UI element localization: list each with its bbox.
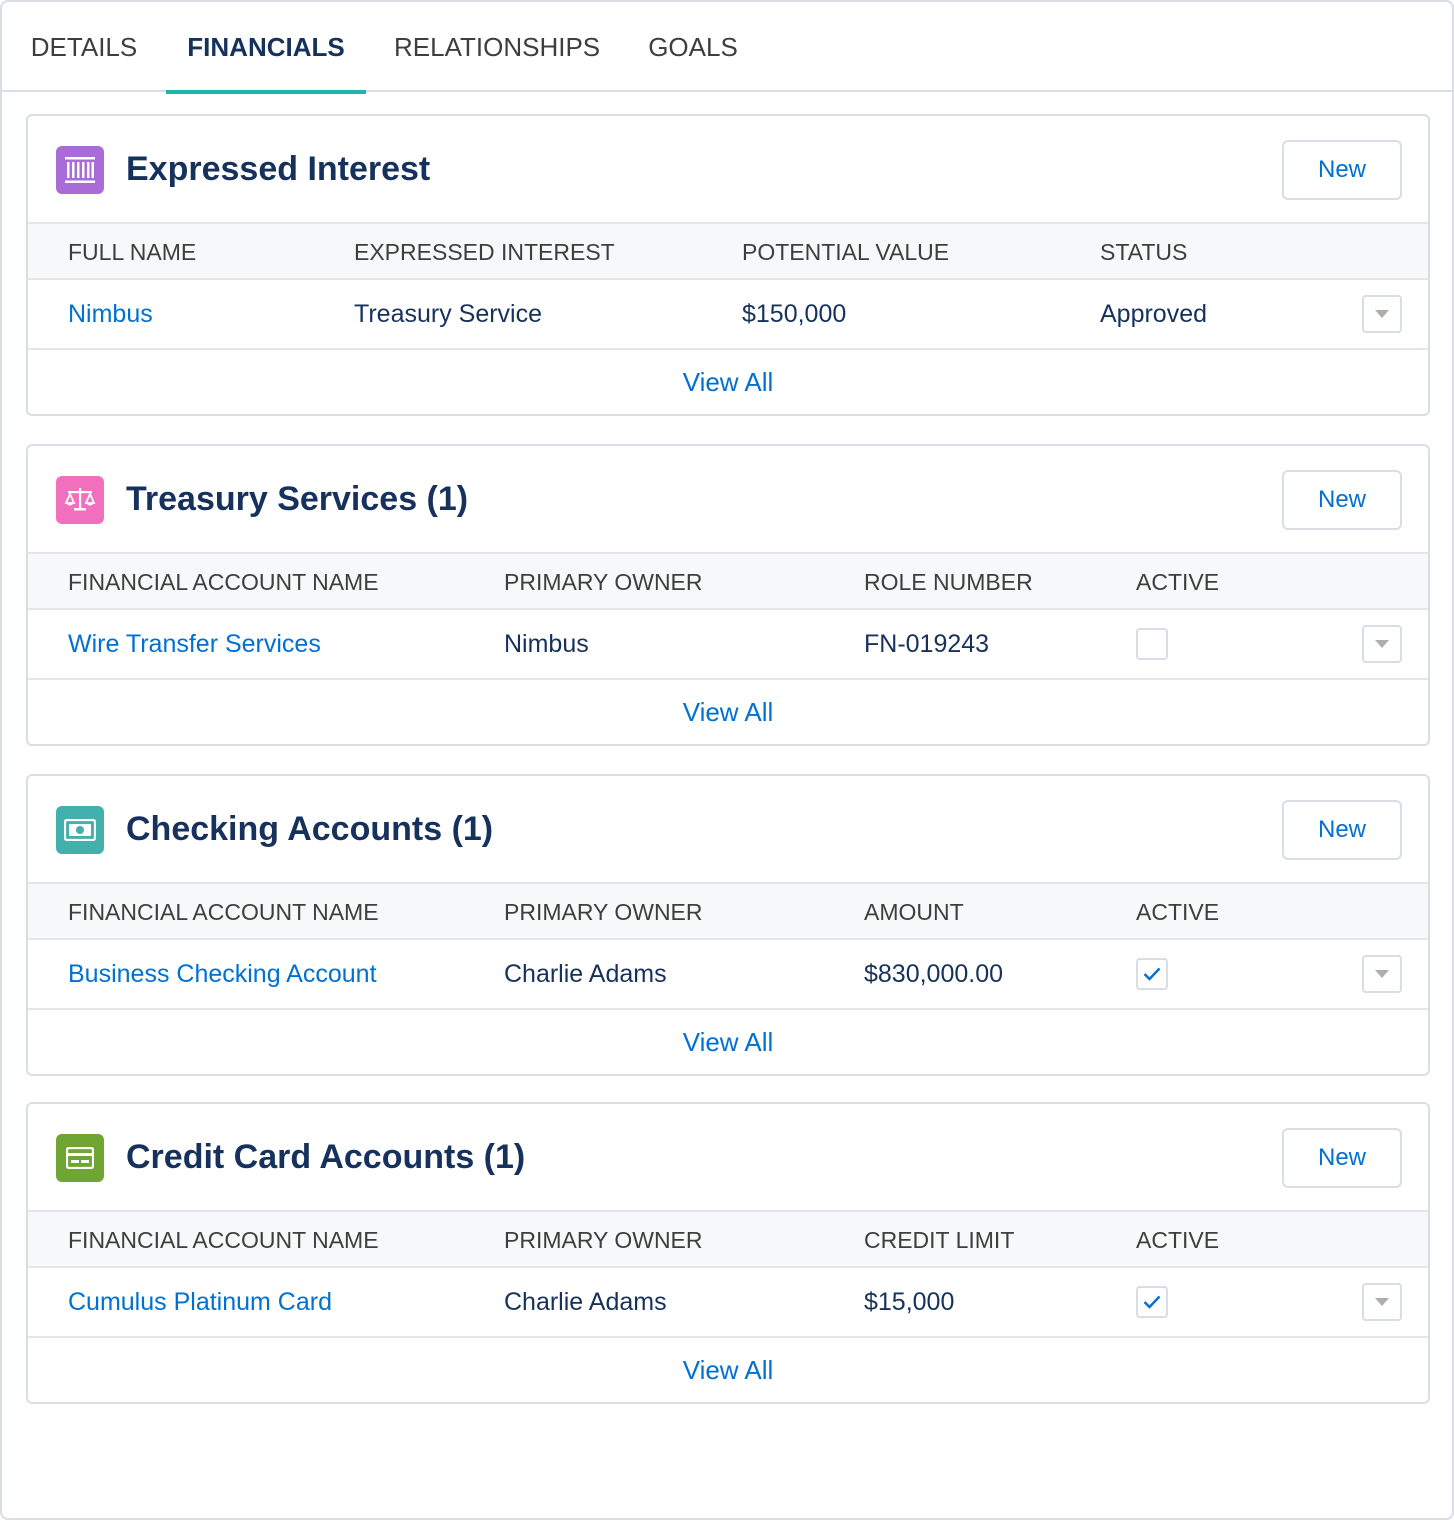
credit-limit-value: $15,000 <box>864 1288 955 1316</box>
view-all-link[interactable]: View All <box>683 367 774 397</box>
column-header[interactable]: FINANCIAL ACCOUNT NAME <box>68 1212 379 1268</box>
new-button[interactable]: New <box>1282 140 1402 200</box>
card-header: Credit Card Accounts (1) New <box>28 1104 1428 1210</box>
account-name-link[interactable]: Cumulus Platinum Card <box>68 1268 332 1336</box>
column-header[interactable]: PRIMARY OWNER <box>504 884 703 940</box>
card-header: Checking Accounts (1) New <box>28 776 1428 882</box>
checkmark-icon <box>1143 1295 1161 1309</box>
list-barcode-icon <box>56 146 104 194</box>
column-header[interactable]: AMOUNT <box>864 884 964 940</box>
checkmark-icon <box>1143 967 1161 981</box>
row-actions-button[interactable] <box>1362 625 1402 663</box>
card-title[interactable]: Expressed Interest <box>126 116 430 222</box>
potential-value: $150,000 <box>742 300 847 328</box>
view-all-link[interactable]: View All <box>683 1027 774 1057</box>
column-header[interactable]: ACTIVE <box>1136 884 1219 940</box>
account-name-link[interactable]: Business Checking Account <box>68 940 377 1008</box>
card-title[interactable]: Treasury Services (1) <box>126 446 468 552</box>
cash-icon <box>56 806 104 854</box>
view-all-footer: View All <box>28 350 1428 414</box>
record-panel: DETAILS FINANCIALS RELATIONSHIPS GOALS E… <box>0 0 1454 1520</box>
view-all-link[interactable]: View All <box>683 1355 774 1385</box>
expressed-interest-card: Expressed Interest New FULL NAME EXPRESS… <box>26 114 1430 416</box>
role-number-value: FN-019243 <box>864 630 990 658</box>
chevron-down-icon <box>1375 310 1389 318</box>
row-actions-button[interactable] <box>1362 295 1402 333</box>
new-button[interactable]: New <box>1282 800 1402 860</box>
column-header[interactable]: FINANCIAL ACCOUNT NAME <box>68 884 379 940</box>
primary-owner-value: Charlie Adams <box>504 1288 667 1316</box>
tab-details[interactable]: DETAILS <box>30 2 138 92</box>
column-header[interactable]: POTENTIAL VALUE <box>742 224 949 280</box>
new-button[interactable]: New <box>1282 1128 1402 1188</box>
primary-owner-value: Charlie Adams <box>504 960 667 988</box>
column-header[interactable]: FINANCIAL ACCOUNT NAME <box>68 554 379 610</box>
chevron-down-icon <box>1375 640 1389 648</box>
view-all-link[interactable]: View All <box>683 697 774 727</box>
column-header[interactable]: EXPRESSED INTEREST <box>354 224 615 280</box>
full-name-link[interactable]: Nimbus <box>68 280 153 348</box>
row-actions-button[interactable] <box>1362 1283 1402 1321</box>
view-all-footer: View All <box>28 1010 1428 1074</box>
active-checkbox <box>1136 1286 1168 1318</box>
column-header[interactable]: FULL NAME <box>68 224 196 280</box>
table-row: Wire Transfer Services Nimbus FN-019243 <box>28 610 1428 680</box>
amount-value: $830,000.00 <box>864 960 1004 988</box>
view-all-footer: View All <box>28 680 1428 744</box>
tab-bar: DETAILS FINANCIALS RELATIONSHIPS GOALS <box>2 2 1452 94</box>
row-actions-button[interactable] <box>1362 955 1402 993</box>
card-title[interactable]: Credit Card Accounts (1) <box>126 1104 525 1210</box>
credit-card-icon <box>56 1134 104 1182</box>
scales-icon <box>56 476 104 524</box>
tab-relationships[interactable]: RELATIONSHIPS <box>394 2 600 92</box>
table-row: Nimbus Treasury Service $150,000 Approve… <box>28 280 1428 350</box>
tab-financials[interactable]: FINANCIALS <box>166 2 366 94</box>
account-name-link[interactable]: Wire Transfer Services <box>68 610 321 678</box>
credit-card-accounts-card: Credit Card Accounts (1) New FINANCIAL A… <box>26 1102 1430 1404</box>
expressed-interest-value: Treasury Service <box>354 300 543 328</box>
primary-owner-value: Nimbus <box>504 630 589 658</box>
status-value: Approved <box>1100 300 1208 328</box>
table-header: FINANCIAL ACCOUNT NAME PRIMARY OWNER AMO… <box>28 882 1428 940</box>
column-header[interactable]: CREDIT LIMIT <box>864 1212 1014 1268</box>
tab-goals[interactable]: GOALS <box>648 2 738 92</box>
card-title[interactable]: Checking Accounts (1) <box>126 776 493 882</box>
card-header: Treasury Services (1) New <box>28 446 1428 552</box>
table-row: Business Checking Account Charlie Adams … <box>28 940 1428 1010</box>
view-all-footer: View All <box>28 1338 1428 1402</box>
column-header[interactable]: ROLE NUMBER <box>864 554 1033 610</box>
column-header[interactable]: ACTIVE <box>1136 554 1219 610</box>
new-button[interactable]: New <box>1282 470 1402 530</box>
chevron-down-icon <box>1375 970 1389 978</box>
column-header[interactable]: PRIMARY OWNER <box>504 554 703 610</box>
treasury-services-card: Treasury Services (1) New FINANCIAL ACCO… <box>26 444 1430 746</box>
column-header[interactable]: ACTIVE <box>1136 1212 1219 1268</box>
card-header: Expressed Interest New <box>28 116 1428 222</box>
chevron-down-icon <box>1375 1298 1389 1306</box>
column-header[interactable]: STATUS <box>1100 224 1187 280</box>
table-header: FULL NAME EXPRESSED INTEREST POTENTIAL V… <box>28 222 1428 280</box>
checking-accounts-card: Checking Accounts (1) New FINANCIAL ACCO… <box>26 774 1430 1076</box>
table-header: FINANCIAL ACCOUNT NAME PRIMARY OWNER CRE… <box>28 1210 1428 1268</box>
column-header[interactable]: PRIMARY OWNER <box>504 1212 703 1268</box>
active-checkbox <box>1136 958 1168 990</box>
table-row: Cumulus Platinum Card Charlie Adams $15,… <box>28 1268 1428 1338</box>
active-checkbox <box>1136 628 1168 660</box>
table-header: FINANCIAL ACCOUNT NAME PRIMARY OWNER ROL… <box>28 552 1428 610</box>
